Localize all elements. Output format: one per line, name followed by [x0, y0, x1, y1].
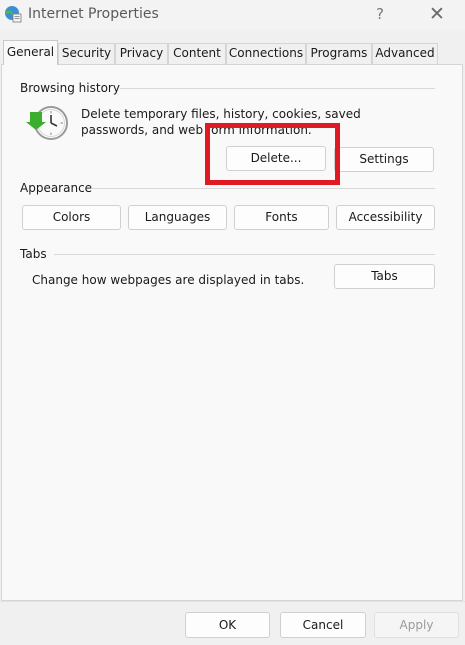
tab-programs[interactable]: Programs: [306, 43, 372, 64]
tabs-divider: [54, 254, 435, 255]
appearance-heading: Appearance: [20, 181, 93, 195]
window-title: Internet Properties: [28, 6, 159, 22]
accessibility-button[interactable]: Accessibility: [336, 205, 435, 230]
ok-button[interactable]: OK: [185, 612, 270, 638]
languages-button[interactable]: Languages: [128, 205, 227, 230]
browsing-history-divider: [120, 88, 435, 89]
tabs-settings-button[interactable]: Tabs: [334, 264, 435, 289]
colors-button[interactable]: Colors: [22, 205, 121, 230]
tabs-heading: Tabs: [20, 247, 47, 261]
tab-connections[interactable]: Connections: [226, 43, 306, 64]
browsing-history-heading: Browsing history: [20, 81, 120, 95]
tab-advanced[interactable]: Advanced: [372, 43, 438, 64]
tab-general[interactable]: General: [3, 40, 58, 65]
delete-highlight-box: [205, 123, 340, 185]
help-button[interactable]: ?: [368, 3, 392, 25]
fonts-button[interactable]: Fonts: [234, 205, 329, 230]
apply-button[interactable]: Apply: [374, 612, 459, 638]
close-button[interactable]: ✕: [420, 2, 454, 26]
appearance-divider: [92, 188, 435, 189]
history-clock-icon: [25, 103, 71, 143]
internet-options-icon: [4, 5, 22, 23]
tab-content[interactable]: Content: [168, 43, 226, 64]
tab-security[interactable]: Security: [58, 43, 115, 64]
tabs-description: Change how webpages are displayed in tab…: [32, 273, 305, 287]
settings-button[interactable]: Settings: [334, 147, 434, 172]
footer-divider: [0, 601, 465, 602]
cancel-button[interactable]: Cancel: [280, 612, 366, 638]
tab-privacy[interactable]: Privacy: [115, 43, 168, 64]
